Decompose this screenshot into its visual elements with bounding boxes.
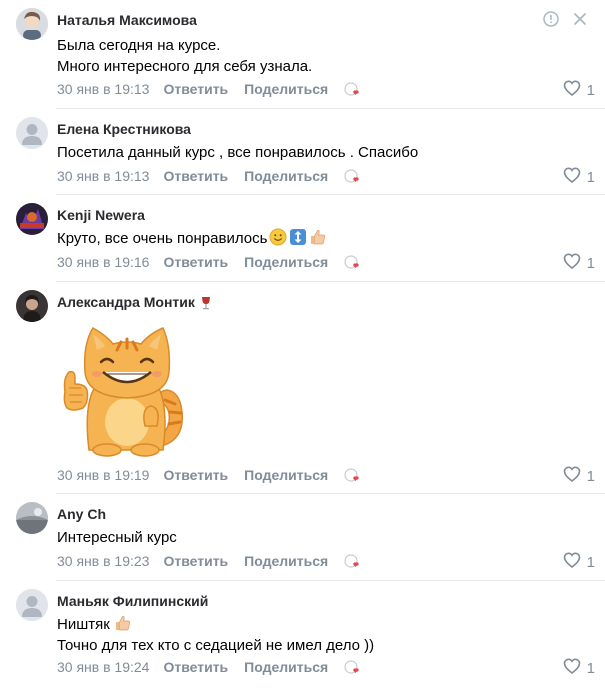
avatar[interactable] xyxy=(16,117,48,149)
reactions-icon[interactable] xyxy=(344,254,362,271)
avatar[interactable] xyxy=(16,290,48,322)
comment-text-line: Ништяк xyxy=(57,616,110,633)
comment-controls xyxy=(543,11,587,32)
like-count: 1 xyxy=(586,467,595,485)
comments-feed: Наталья Максимова Была сегодня на курсе.… xyxy=(0,0,605,691)
share-button[interactable]: Поделиться xyxy=(244,553,328,570)
heart-icon xyxy=(563,80,581,100)
like-count: 1 xyxy=(586,168,595,186)
comment-author[interactable]: Александра Монтик xyxy=(57,294,212,314)
comment-author[interactable]: Any Ch xyxy=(57,506,106,523)
reactions-icon[interactable] xyxy=(344,659,362,676)
like-count: 1 xyxy=(586,553,595,571)
comment-date[interactable]: 30 янв в 19:13 xyxy=(57,168,149,185)
reply-button[interactable]: Ответить xyxy=(163,254,228,271)
comment-date[interactable]: 30 янв в 19:16 xyxy=(57,254,149,271)
heart-icon xyxy=(563,658,581,678)
reply-button[interactable]: Ответить xyxy=(163,168,228,185)
divider xyxy=(56,194,605,195)
reactions-icon[interactable] xyxy=(344,81,362,98)
comment-text-line: Точно для тех кто с седацией не имел дел… xyxy=(57,637,375,654)
comment-text-line: Круто, все очень понравилось xyxy=(57,230,268,247)
heart-icon xyxy=(563,167,581,187)
reply-button[interactable]: Ответить xyxy=(163,81,228,98)
divider xyxy=(56,580,605,581)
share-button[interactable]: Поделиться xyxy=(244,659,328,676)
comment-meta: 30 янв в 19:19 Ответить Поделиться xyxy=(57,467,362,484)
share-button[interactable]: Поделиться xyxy=(244,467,328,484)
comment-meta: 30 янв в 19:13 Ответить Поделиться xyxy=(57,168,362,185)
comment-author[interactable]: Елена Крестникова xyxy=(57,121,191,138)
reply-button[interactable]: Ответить xyxy=(163,553,228,570)
heart-icon xyxy=(563,253,581,273)
smile-emoji-icon xyxy=(269,228,287,252)
avatar[interactable] xyxy=(16,589,48,621)
comment-date[interactable]: 30 янв в 19:13 xyxy=(57,81,149,98)
comment-date[interactable]: 30 янв в 19:24 xyxy=(57,659,149,676)
reactions-icon[interactable] xyxy=(344,553,362,570)
comment-meta: 30 янв в 19:24 Ответить Поделиться xyxy=(57,659,362,676)
reactions-icon[interactable] xyxy=(344,168,362,185)
like-count: 1 xyxy=(586,81,595,99)
comment-meta: 30 янв в 19:23 Ответить Поделиться xyxy=(57,553,362,570)
share-button[interactable]: Поделиться xyxy=(244,168,328,185)
like-button[interactable]: 1 xyxy=(563,552,595,572)
like-count: 1 xyxy=(586,254,595,272)
comment-author[interactable]: Наталья Максимова xyxy=(57,12,197,29)
avatar[interactable] xyxy=(16,203,48,235)
heart-icon xyxy=(563,466,581,486)
thumbs-up-icon xyxy=(309,228,327,252)
divider xyxy=(56,281,605,282)
reply-button[interactable]: Ответить xyxy=(163,659,228,676)
share-button[interactable]: Поделиться xyxy=(244,254,328,271)
report-icon[interactable] xyxy=(543,11,559,32)
comment-text: Круто, все очень понравилось xyxy=(57,228,327,252)
comment-text-line: Посетила данный курс , все понравилось .… xyxy=(57,144,419,161)
close-icon[interactable] xyxy=(573,12,587,31)
wine-glass-icon xyxy=(200,296,212,314)
like-count: 1 xyxy=(586,659,595,677)
author-name: Александра Монтик xyxy=(57,294,195,310)
reactions-icon[interactable] xyxy=(344,467,362,484)
cat-sticker[interactable] xyxy=(57,322,197,457)
like-button[interactable]: 1 xyxy=(563,80,595,100)
comment-meta: 30 янв в 19:13 Ответить Поделиться xyxy=(57,81,362,98)
up-down-arrow-icon xyxy=(289,228,307,252)
share-button[interactable]: Поделиться xyxy=(244,81,328,98)
divider xyxy=(56,108,605,109)
like-button[interactable]: 1 xyxy=(563,466,595,486)
comment-date[interactable]: 30 янв в 19:19 xyxy=(57,467,149,484)
comment-author[interactable]: Kenji Newera xyxy=(57,207,145,224)
like-button[interactable]: 1 xyxy=(563,658,595,678)
like-button[interactable]: 1 xyxy=(563,167,595,187)
divider xyxy=(56,493,605,494)
comment-date[interactable]: 30 янв в 19:23 xyxy=(57,553,149,570)
comment-text-line: Много интересного для себя узнала. xyxy=(57,58,313,75)
avatar[interactable] xyxy=(16,8,48,40)
comment-text-line: Интересный курс xyxy=(57,529,177,546)
comment-meta: 30 янв в 19:16 Ответить Поделиться xyxy=(57,254,362,271)
reply-button[interactable]: Ответить xyxy=(163,467,228,484)
comment-text-line: Была сегодня на курсе. xyxy=(57,37,221,54)
heart-icon xyxy=(563,552,581,572)
avatar[interactable] xyxy=(16,502,48,534)
comment-author[interactable]: Маньяк Филипинский xyxy=(57,593,208,610)
like-button[interactable]: 1 xyxy=(563,253,595,273)
